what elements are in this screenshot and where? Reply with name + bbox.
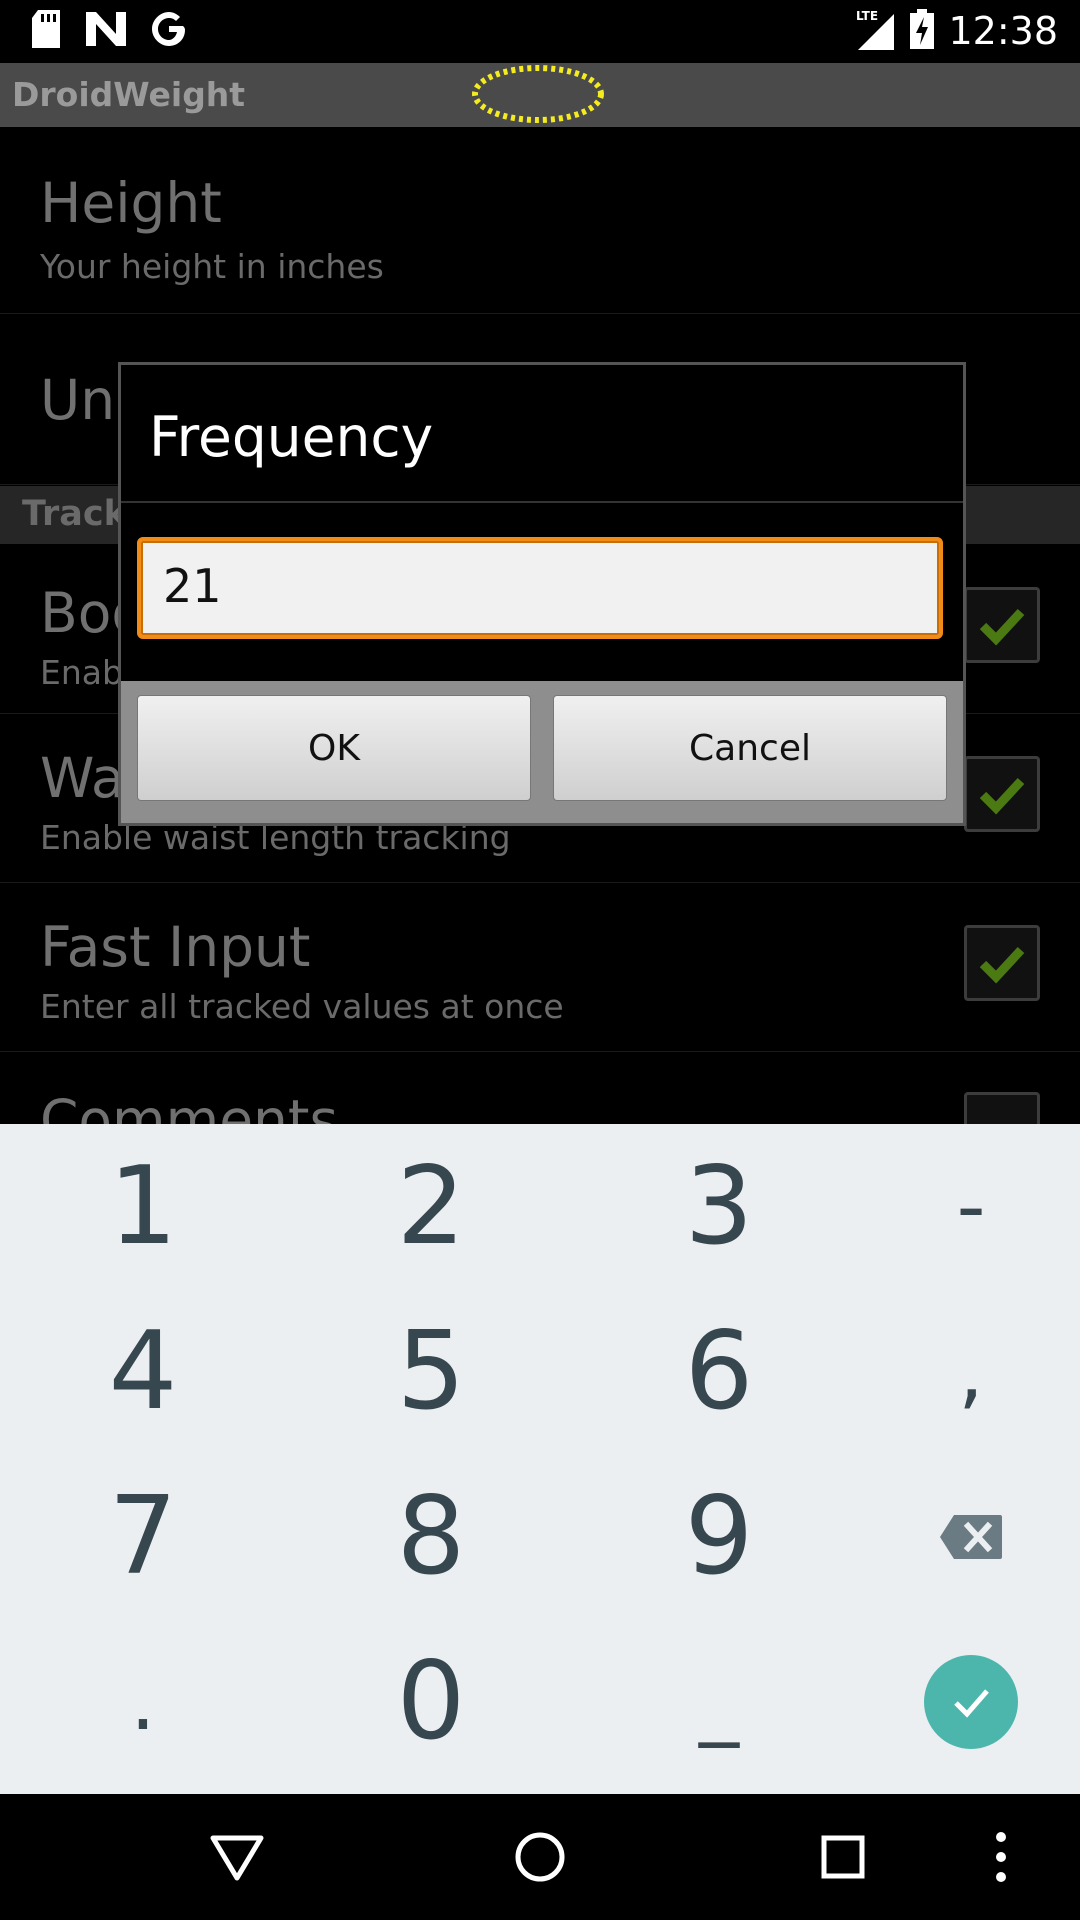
checkmark-icon [979, 777, 1025, 815]
pref-subtitle: Enter all tracked values at once [40, 987, 564, 1026]
lte-signal-icon: LTE [856, 8, 896, 54]
dialog-button-bar: OK Cancel [121, 681, 963, 823]
google-icon [150, 10, 188, 52]
pref-fast-input[interactable]: Fast Input Enter all tracked values at o… [0, 883, 1080, 1052]
app-title: DroidWeight [12, 75, 246, 114]
key-4[interactable]: 4 [8, 1289, 278, 1454]
check-icon [954, 1688, 989, 1718]
key-1[interactable]: 1 [8, 1124, 278, 1289]
dialog-divider [121, 501, 963, 503]
pref-comments[interactable]: Comments [0, 1052, 1080, 1124]
key-comma[interactable]: , [836, 1289, 1080, 1454]
recents-button[interactable] [808, 1824, 878, 1890]
home-button[interactable] [505, 1824, 575, 1890]
checkmark-icon [979, 608, 1025, 646]
pref-title: Fast Input [40, 915, 311, 979]
key-0[interactable]: 0 [296, 1619, 566, 1784]
pref-title: Height [40, 171, 222, 235]
numeric-keypad: 1 2 3 - 4 5 6 , 7 8 9 . 0 _ [0, 1124, 1080, 1794]
tap-indicator-ring [472, 65, 604, 123]
status-time: 12:38 [948, 9, 1058, 53]
sd-card-icon [30, 10, 62, 52]
recents-square-icon [821, 1835, 865, 1879]
frequency-dialog: Frequency 21 OK Cancel [118, 362, 966, 826]
back-triangle-icon [210, 1835, 264, 1881]
ok-button[interactable]: OK [137, 695, 531, 801]
key-9[interactable]: 9 [584, 1454, 854, 1619]
more-vert-icon [996, 1832, 1006, 1882]
home-circle-icon [515, 1832, 565, 1882]
key-2[interactable]: 2 [296, 1124, 566, 1289]
key-5[interactable]: 5 [296, 1289, 566, 1454]
svg-text:LTE: LTE [856, 9, 878, 23]
back-button[interactable] [202, 1824, 272, 1890]
key-space[interactable]: _ [584, 1619, 854, 1784]
battery-charging-icon [910, 9, 935, 53]
comments-checkbox[interactable] [964, 1092, 1040, 1124]
body-fat-checkbox[interactable] [964, 587, 1040, 663]
backspace-icon [940, 1514, 1002, 1559]
key-3[interactable]: 3 [584, 1124, 854, 1289]
key-7[interactable]: 7 [8, 1454, 278, 1619]
fast-input-checkbox[interactable] [964, 925, 1040, 1001]
pref-height[interactable]: Height Your height in inches [0, 127, 1080, 314]
backspace-key[interactable] [836, 1454, 1080, 1619]
checkmark-icon [979, 946, 1025, 984]
dialog-title: Frequency [149, 405, 434, 469]
pref-subtitle: Your height in inches [40, 247, 384, 286]
key-period[interactable]: . [8, 1619, 278, 1784]
status-bar: LTE 12:38 [0, 0, 1080, 63]
key-8[interactable]: 8 [296, 1454, 566, 1619]
overflow-menu-button[interactable] [966, 1824, 1036, 1890]
n-notification-icon [86, 12, 126, 50]
navigation-bar [0, 1794, 1080, 1920]
done-key[interactable] [836, 1619, 1080, 1784]
key-6[interactable]: 6 [584, 1289, 854, 1454]
waist-checkbox[interactable] [964, 756, 1040, 832]
pref-title: Comments [40, 1088, 339, 1124]
key-minus[interactable]: - [836, 1124, 1080, 1289]
cancel-button[interactable]: Cancel [553, 695, 947, 801]
done-button[interactable] [924, 1654, 1018, 1749]
frequency-input[interactable]: 21 [137, 537, 943, 639]
